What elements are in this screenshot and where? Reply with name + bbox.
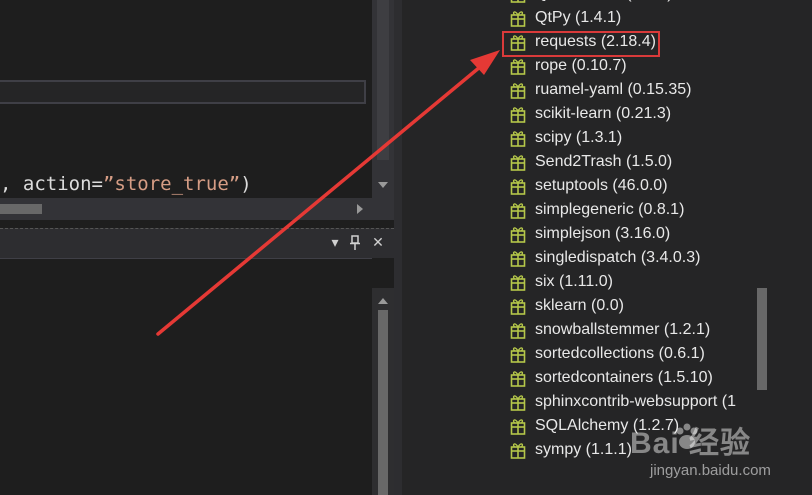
package-label: six (1.11.0) <box>535 273 613 290</box>
package-gift-icon <box>510 107 526 123</box>
package-gift-icon <box>510 395 526 411</box>
package-label: setuptools (46.0.0) <box>535 177 668 194</box>
watermark-url: jingyan.baidu.com <box>650 462 771 479</box>
package-gift-icon <box>510 131 526 147</box>
package-label: scipy (1.3.1) <box>535 129 623 146</box>
highlight-box <box>502 31 660 57</box>
package-gift-icon <box>510 227 526 243</box>
code-string-literal: ”store_true” <box>102 173 241 195</box>
package-gift-icon <box>510 275 526 291</box>
code-editor[interactable]: , action=”store_true”) <box>0 0 372 220</box>
tool-window-scrollbar[interactable] <box>372 288 394 495</box>
package-label: sphinxcontrib-websupport (1 <box>535 393 736 410</box>
package-item[interactable]: six (1.11.0) <box>510 270 736 294</box>
package-item[interactable]: scipy (1.3.1) <box>510 126 736 150</box>
package-label: simplejson (3.16.0) <box>535 225 671 242</box>
package-item[interactable]: setuptools (46.0.0) <box>510 174 736 198</box>
package-list: QtAwesome (0.4.4)QtPy (1.4.1)requests (2… <box>510 0 736 462</box>
package-gift-icon <box>510 419 526 435</box>
package-label: snowballstemmer (1.2.1) <box>535 321 711 338</box>
package-gift-icon <box>510 299 526 315</box>
tool-window-gap <box>372 258 394 288</box>
scroll-up-arrow-icon[interactable] <box>378 298 388 304</box>
scrollbar-corner <box>372 198 394 220</box>
code-prefix: , action= <box>0 173 103 195</box>
package-gift-icon <box>510 323 526 339</box>
scroll-right-arrow-icon[interactable] <box>357 204 363 214</box>
code-line[interactable]: , action=”store_true”) <box>0 170 252 198</box>
pin-icon-svg <box>350 235 360 250</box>
package-label: singledispatch (3.4.0.3) <box>535 249 701 266</box>
baidu-paw-icon <box>676 423 698 449</box>
package-item[interactable]: sortedcollections (0.6.1) <box>510 342 736 366</box>
package-gift-icon <box>510 203 526 219</box>
package-item[interactable]: QtPy (1.4.1) <box>510 6 736 30</box>
editor-vertical-scrollbar[interactable] <box>372 0 394 198</box>
package-label: sortedcollections (0.6.1) <box>535 345 705 362</box>
baidu-jingyan-watermark: Bai 经验 jingyan.baidu.com <box>618 412 812 486</box>
package-gift-icon <box>510 251 526 267</box>
package-item[interactable]: scikit-learn (0.21.3) <box>510 102 736 126</box>
package-gift-icon <box>510 59 526 75</box>
package-item[interactable]: Send2Trash (1.5.0) <box>510 150 736 174</box>
package-item[interactable]: simplegeneric (0.8.1) <box>510 198 736 222</box>
tool-window-body[interactable] <box>0 258 372 495</box>
package-list-scroll-thumb[interactable] <box>757 288 767 390</box>
package-label: QtPy (1.4.1) <box>535 9 622 26</box>
editor-hscroll-thumb[interactable] <box>0 204 42 214</box>
package-item[interactable]: ruamel-yaml (0.15.35) <box>510 78 736 102</box>
editor-horizontal-scrollbar[interactable] <box>0 198 372 220</box>
package-gift-icon <box>510 179 526 195</box>
close-icon[interactable]: ✕ <box>369 234 387 252</box>
package-gift-icon <box>510 0 526 3</box>
scroll-down-arrow-icon[interactable] <box>378 182 388 188</box>
package-label: sortedcontainers (1.5.10) <box>535 369 713 386</box>
package-label: simplegeneric (0.8.1) <box>535 201 685 218</box>
tool-window-header: ▾ ✕ <box>0 228 394 258</box>
package-gift-icon <box>510 11 526 27</box>
package-label: scikit-learn (0.21.3) <box>535 105 672 122</box>
package-label: QtAwesome (0.4.4) <box>535 0 673 3</box>
package-item[interactable]: sklearn (0.0) <box>510 294 736 318</box>
package-label: sklearn (0.0) <box>535 297 624 314</box>
pin-icon[interactable] <box>346 234 364 252</box>
package-item[interactable]: simplejson (3.16.0) <box>510 222 736 246</box>
package-item[interactable]: sortedcontainers (1.5.10) <box>510 366 736 390</box>
package-item[interactable]: snowballstemmer (1.2.1) <box>510 318 736 342</box>
package-label: Send2Trash (1.5.0) <box>535 153 673 170</box>
package-label: rope (0.10.7) <box>535 57 627 74</box>
tool-vscroll-thumb[interactable] <box>378 310 388 495</box>
editor-vscroll-thumb[interactable] <box>377 0 389 160</box>
package-label: ruamel-yaml (0.15.35) <box>535 81 692 98</box>
package-gift-icon <box>510 443 526 459</box>
pane-splitter[interactable] <box>394 0 402 495</box>
package-gift-icon <box>510 83 526 99</box>
code-suffix: ) <box>240 173 252 195</box>
dropdown-arrow-icon[interactable]: ▾ <box>326 234 344 252</box>
package-item[interactable]: rope (0.10.7) <box>510 54 736 78</box>
package-gift-icon <box>510 371 526 387</box>
package-gift-icon <box>510 347 526 363</box>
package-gift-icon <box>510 155 526 171</box>
editor-input-bar[interactable] <box>0 80 366 104</box>
package-item[interactable]: sphinxcontrib-websupport (1 <box>510 390 736 414</box>
package-item[interactable]: singledispatch (3.4.0.3) <box>510 246 736 270</box>
